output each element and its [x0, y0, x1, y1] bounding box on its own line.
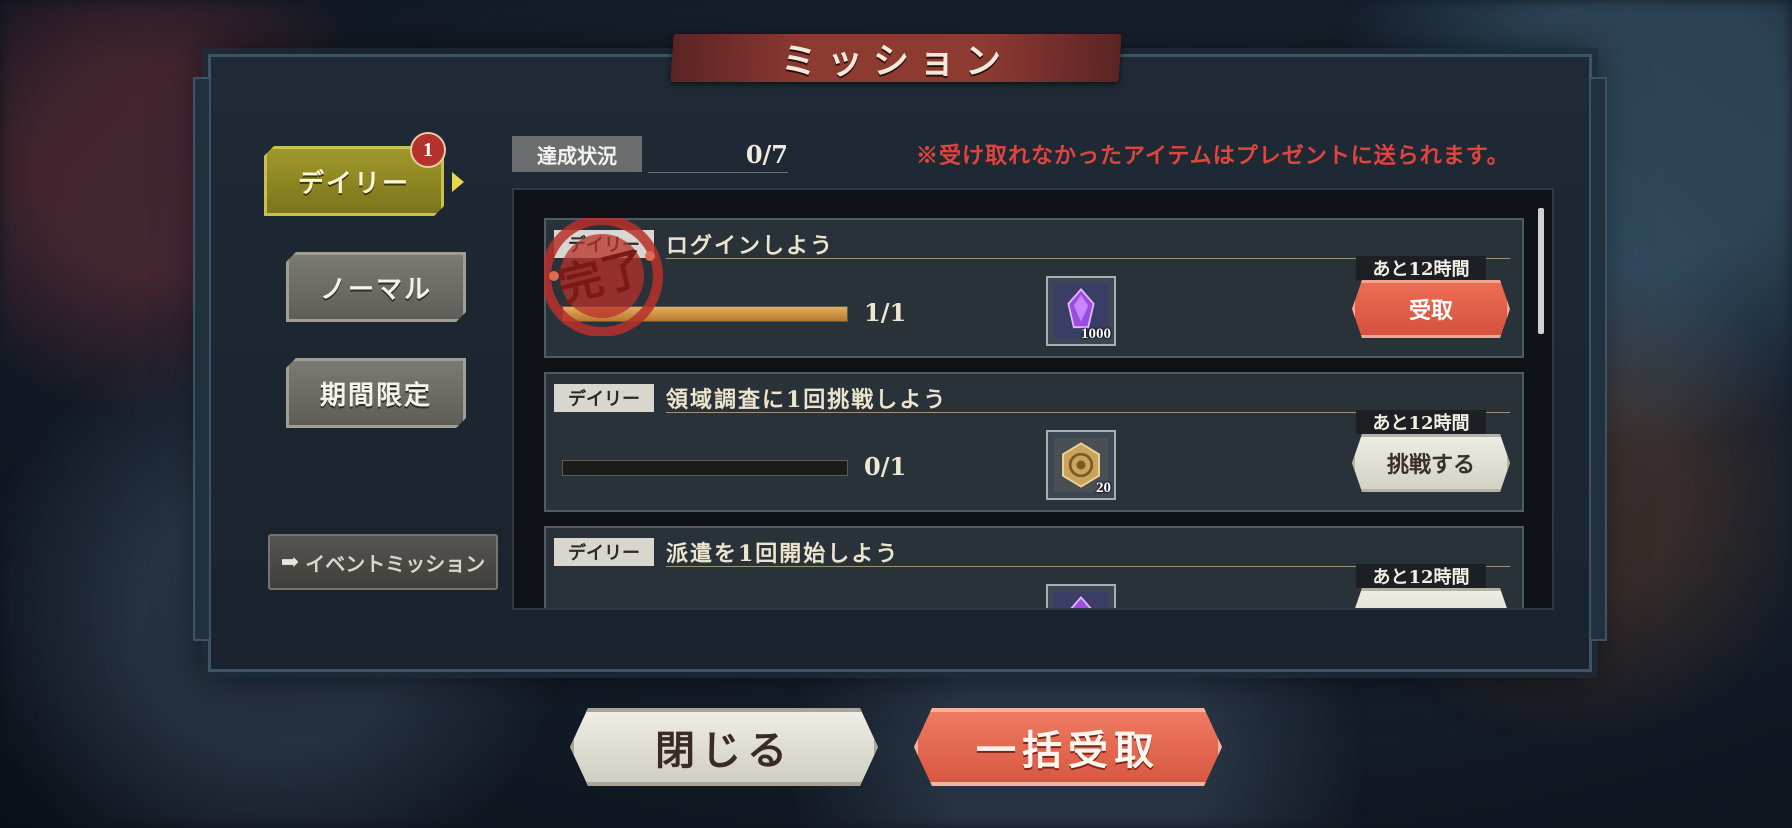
challenge-button[interactable]: 挑戦する	[1352, 434, 1510, 492]
reward-item[interactable]: 20	[1046, 430, 1116, 500]
notice-text: ※受け取れなかったアイテムはプレゼントに送られます。	[916, 143, 1510, 169]
scrollbar[interactable]	[1538, 208, 1544, 334]
notification-badge: 1	[410, 132, 446, 168]
mission-list[interactable]: デイリー ログインしよう 1/1 1000 あと12時間 受取 完了 デイリー …	[512, 188, 1554, 610]
progress-count: 0/1	[864, 452, 907, 481]
mission-title: 派遣を1回開始しよう	[666, 541, 900, 567]
reward-item[interactable]	[1046, 584, 1116, 608]
completed-stamp-icon: 完了	[544, 218, 663, 336]
page-title: ミッション	[780, 40, 1011, 82]
progress-count: 1/1	[864, 298, 907, 327]
purple-crystal-icon	[1054, 592, 1108, 608]
event-mission-button[interactable]: ➡ イベントミッション	[268, 534, 498, 590]
reward-item[interactable]: 1000	[1046, 276, 1116, 346]
status-value: 0/7	[648, 136, 788, 173]
collect-all-label: 一括受取	[976, 727, 1160, 774]
mission-item: デイリー ログインしよう 1/1 1000 あと12時間 受取 完了	[544, 218, 1524, 358]
tab-normal-label: ノーマル	[319, 274, 432, 305]
reward-qty: 20	[1096, 480, 1111, 496]
mission-title: 領域調査に1回挑戦しよう	[666, 387, 948, 413]
time-left: あと12時間	[1356, 256, 1486, 280]
mission-tag: デイリー	[554, 538, 654, 566]
claim-label: 受取	[1408, 298, 1453, 324]
challenge-button[interactable]	[1352, 588, 1510, 610]
claim-button[interactable]: 受取	[1352, 280, 1510, 338]
selected-arrow-icon	[452, 172, 464, 192]
close-label: 閉じる	[655, 727, 793, 774]
mission-tag: デイリー	[554, 384, 654, 412]
tab-daily-label: デイリー	[297, 168, 410, 199]
status-label: 達成状況	[512, 136, 642, 172]
challenge-label: 挑戦する	[1386, 452, 1475, 478]
tab-limited[interactable]: 期間限定	[286, 358, 466, 428]
event-mission-label: イベントミッション	[305, 551, 486, 576]
mission-item: デイリー 領域調査に1回挑戦しよう 0/1 20 あと12時間 挑戦する	[544, 372, 1524, 512]
progress-bar	[562, 460, 848, 476]
tab-limited-label: 期間限定	[319, 380, 432, 411]
time-left: あと12時間	[1356, 410, 1486, 434]
collect-all-button[interactable]: 一括受取	[914, 708, 1222, 786]
reward-qty: 1000	[1081, 326, 1111, 342]
mission-title: ログインしよう	[666, 233, 835, 259]
close-button[interactable]: 閉じる	[570, 708, 878, 786]
mission-item: デイリー 派遣を1回開始しよう あと12時間	[544, 526, 1524, 610]
tab-normal[interactable]: ノーマル	[286, 252, 466, 322]
time-left: あと12時間	[1356, 564, 1486, 588]
arrow-right-icon: ➡	[280, 549, 300, 575]
